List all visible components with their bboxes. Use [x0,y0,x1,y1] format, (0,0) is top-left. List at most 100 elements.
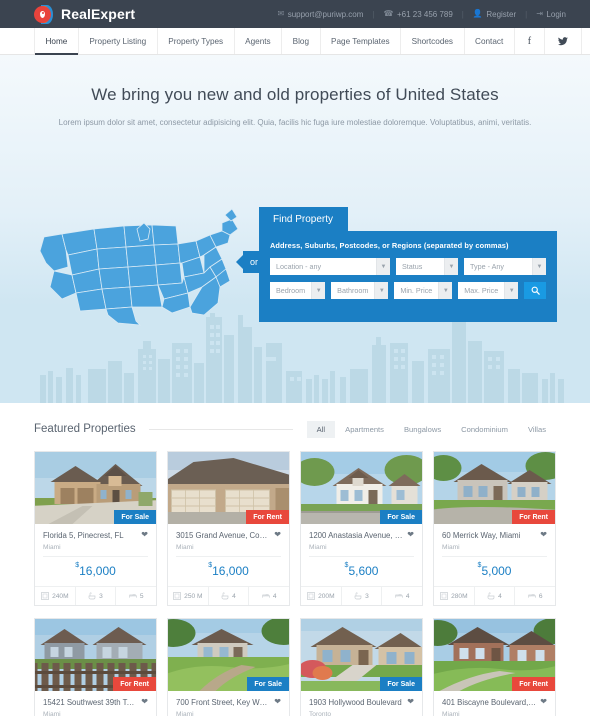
nav-label: Page Templates [331,36,390,46]
separator: | [372,9,375,19]
bedroom-select[interactable]: Bedroom ▼ [270,282,326,299]
property-body: Florida 5, Pinecrest, FL ❤ Miami $16,000 [35,524,156,586]
property-card[interactable]: For Sale 700 Front Street, Key West... ❤… [167,618,290,716]
type-select[interactable]: Type - Any ▼ [464,258,546,275]
bathroom-select[interactable]: Bathroom ▼ [331,282,389,299]
property-title[interactable]: 60 Merrick Way, Miami [442,531,536,540]
bedrooms-value: 4 [272,592,277,600]
bath-icon [354,592,362,600]
tab-all[interactable]: All [306,420,336,438]
property-card[interactable]: For Rent 15421 Southwest 39th Terrac... … [34,618,157,716]
property-body: 3015 Grand Avenue, CocoWalk ❤ Miami $16,… [168,524,289,586]
property-body: 15421 Southwest 39th Terrac... ❤ Miami $… [35,691,156,716]
or-badge: or [236,251,265,273]
heart-icon[interactable]: ❤ [274,531,281,539]
email-text: support@puriwp.com [287,9,364,19]
login-link[interactable]: ⇥ Login [536,10,566,19]
find-property-label: Find Property [273,214,334,225]
property-title[interactable]: 1903 Hollywood Boulevard [309,698,403,707]
property-city: Miami [309,544,327,551]
heart-icon[interactable]: ❤ [141,531,148,539]
bedrooms-value: 4 [405,592,410,600]
rss-icon[interactable] [582,28,590,54]
property-title[interactable]: 15421 Southwest 39th Terrac... [43,698,137,707]
nav-item-contact[interactable]: Contact [465,28,515,54]
phone-text: +61 23 456 789 [396,9,453,19]
tab-apartments[interactable]: Apartments [335,421,394,438]
top-bar-links: ✉ support@puriwp.com | ☎ +61 23 456 789 … [277,10,566,19]
bathrooms-value: 3 [99,592,103,600]
main-navigation: Home Property Listing Property Types Age… [0,28,590,55]
facebook-icon[interactable]: f [515,28,546,54]
email-link[interactable]: ✉ support@puriwp.com [277,10,363,19]
property-meta: 280M 4 6 [434,586,555,605]
nav-label: Property Listing [89,36,147,46]
currency-symbol: $ [477,561,482,569]
envelope-icon: ✉ [277,9,285,18]
status-badge: For Rent [246,510,289,524]
user-icon: 👤 [472,9,483,18]
currency-symbol: $ [344,561,349,569]
status-select[interactable]: Status ▼ [396,258,458,275]
max-price-select[interactable]: Max. Price ▼ [458,282,519,299]
brand-logo[interactable]: RealExpert [34,4,136,24]
search-row-2: Bedroom ▼ Bathroom ▼ Min. Price ▼ Max. P… [270,282,547,299]
login-arrow-icon: ⇥ [536,9,543,18]
hero-section: We bring you new and old properties of U… [0,55,590,403]
search-field-label: Address, Suburbs, Postcodes, or Regions … [270,241,509,250]
property-title[interactable]: 1200 Anastasia Avenue, Cora... [309,531,403,540]
tab-villas[interactable]: Villas [518,421,556,438]
search-button[interactable] [524,282,547,299]
property-title[interactable]: 401 Biscayne Boulevard, Mia... [442,698,536,707]
property-card[interactable]: For Sale 1200 Anastasia Avenue, Cora... … [300,451,423,606]
property-card[interactable]: For Rent 401 Biscayne Boulevard, Mia... … [433,618,556,716]
separator: | [461,9,464,19]
area-icon [440,592,448,600]
property-body: 1200 Anastasia Avenue, Cora... ❤ Miami $… [301,524,422,586]
nav-item-agents[interactable]: Agents [235,28,283,54]
or-label: or [249,257,258,267]
property-image: For Rent [434,452,555,524]
nav-item-property-listing[interactable]: Property Listing [79,28,158,54]
phone-link[interactable]: ☎ +61 23 456 789 [383,10,452,19]
tab-condominium[interactable]: Condominium [451,421,518,438]
heart-icon[interactable]: ❤ [141,698,148,706]
page-title: We bring you new and old properties of U… [91,85,499,104]
property-area: 250 M [168,587,209,605]
location-select[interactable]: Location - any ▼ [270,258,390,275]
property-card[interactable]: For Sale Florida 5, Pinecrest, FL ❤ Miam… [34,451,157,606]
property-title[interactable]: 3015 Grand Avenue, CocoWalk [176,531,270,540]
tab-bungalows[interactable]: Bungalows [394,421,451,438]
property-title[interactable]: Florida 5, Pinecrest, FL [43,531,137,540]
property-title[interactable]: 700 Front Street, Key West... [176,698,270,707]
property-bathrooms: 4 [475,587,516,605]
heart-icon[interactable]: ❤ [540,698,547,706]
area-value: 250 M [184,592,203,600]
nav-item-shortcodes[interactable]: Shortcodes [401,28,465,54]
nav-item-home[interactable]: Home [34,28,79,55]
heart-icon[interactable]: ❤ [274,698,281,706]
nav-item-property-types[interactable]: Property Types [158,28,235,54]
property-area: 200M [301,587,342,605]
nav-item-blog[interactable]: Blog [282,28,321,54]
heart-icon[interactable]: ❤ [407,531,414,539]
property-card[interactable]: For Rent 3015 Grand Avenue, CocoWalk ❤ M… [167,451,290,606]
min-price-select[interactable]: Min. Price ▼ [394,282,453,299]
register-link[interactable]: 👤 Register [473,10,516,19]
area-value: 200M [318,592,335,600]
twitter-icon[interactable] [545,28,583,54]
heart-icon[interactable]: ❤ [407,698,414,706]
property-card[interactable]: For Sale 1903 Hollywood Boulevard ❤ Toro… [300,618,423,716]
nav-item-page-templates[interactable]: Page Templates [321,28,402,54]
property-card[interactable]: For Rent 60 Merrick Way, Miami ❤ Miami $… [433,451,556,606]
featured-title: Featured Properties [34,423,136,435]
chevron-down-icon: ▼ [532,258,546,275]
chevron-down-icon: ▼ [374,282,389,299]
property-price: $5,600 [309,556,414,586]
nav-label: Agents [245,36,271,46]
bathrooms-value: 4 [232,592,236,600]
find-property-tab[interactable]: Find Property [259,207,349,232]
bathrooms-value: 3 [365,592,369,600]
brand-name: RealExpert [61,6,136,22]
heart-icon[interactable]: ❤ [540,531,547,539]
